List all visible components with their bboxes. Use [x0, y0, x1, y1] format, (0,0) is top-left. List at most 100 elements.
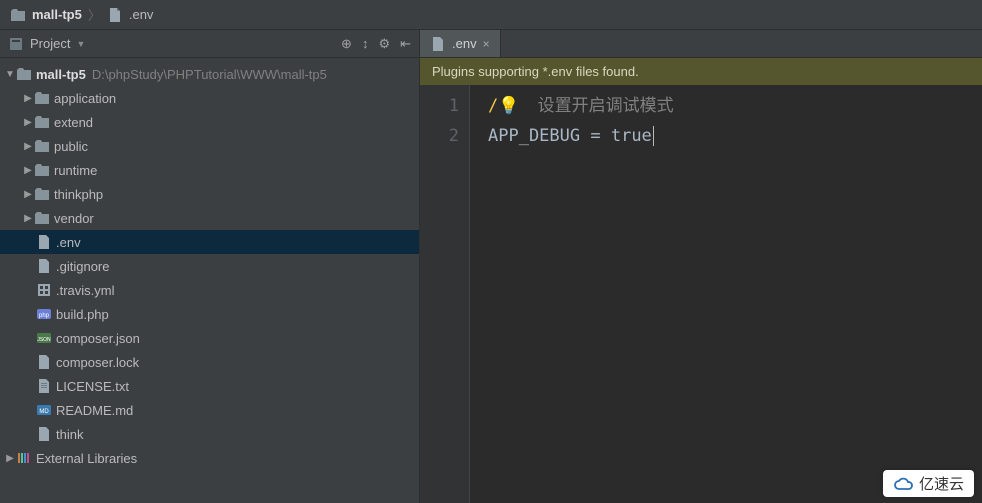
folder-icon: [16, 66, 32, 82]
env-value: true: [611, 126, 652, 146]
line-number: 1: [420, 91, 459, 121]
folder-icon: [34, 162, 50, 178]
external-libraries-label: External Libraries: [36, 451, 137, 466]
editor-pane: .env × Plugins supporting *.env files fo…: [420, 30, 982, 503]
collapse-arrow-icon[interactable]: ▶: [22, 141, 34, 152]
php-icon: php: [36, 306, 52, 322]
file-icon: [36, 378, 52, 394]
tree-folder[interactable]: ▶ extend: [0, 110, 419, 134]
collapse-arrow-icon[interactable]: ▶: [22, 213, 34, 224]
collapse-arrow-icon[interactable]: ▶: [22, 165, 34, 176]
folder-icon: [34, 186, 50, 202]
hide-icon[interactable]: ⇤: [400, 36, 411, 52]
tree-file-label: .travis.yml: [56, 283, 115, 298]
tree-root-path: D:\phpStudy\PHPTutorial\WWW\mall-tp5: [92, 67, 327, 82]
tree-folder[interactable]: ▶ runtime: [0, 158, 419, 182]
code-line-1: /💡 设置开启调试模式: [488, 91, 674, 121]
tree-file-label: README.md: [56, 403, 133, 418]
tree-file[interactable]: .travis.yml: [0, 278, 419, 302]
tree-folder-label: application: [54, 91, 116, 106]
close-icon[interactable]: ×: [483, 37, 490, 51]
project-sidebar: Project ▼ ⊕ ↕ ⚙ ⇤ ▼ mall-tp5 D:\phpStudy…: [0, 30, 420, 503]
locate-icon[interactable]: ⊕: [341, 36, 352, 52]
tree-root[interactable]: ▼ mall-tp5 D:\phpStudy\PHPTutorial\WWW\m…: [0, 62, 419, 86]
project-tree[interactable]: ▼ mall-tp5 D:\phpStudy\PHPTutorial\WWW\m…: [0, 58, 419, 503]
tab-bar: .env ×: [420, 30, 982, 58]
tree-file-label: .env: [56, 235, 81, 250]
svg-text:JSON: JSON: [37, 337, 51, 343]
caret-icon: [653, 126, 654, 146]
cloud-icon: [893, 477, 915, 491]
code-area[interactable]: /💡 设置开启调试模式 APP_DEBUG = true: [470, 85, 674, 503]
file-icon: [430, 36, 446, 52]
line-number: 2: [420, 121, 459, 151]
tree-file[interactable]: LICENSE.txt: [0, 374, 419, 398]
file-icon: [36, 354, 52, 370]
tree-file[interactable]: MD README.md: [0, 398, 419, 422]
tree-file[interactable]: JSON composer.json: [0, 326, 419, 350]
expand-arrow-icon[interactable]: ▼: [4, 69, 16, 80]
tree-file[interactable]: think: [0, 422, 419, 446]
collapse-arrow-icon[interactable]: ▶: [22, 189, 34, 200]
chevron-right-icon: 〉: [88, 5, 101, 24]
dropdown-icon[interactable]: ▼: [76, 39, 85, 49]
tree-file-label: composer.json: [56, 331, 140, 346]
file-icon: [36, 258, 52, 274]
collapse-icon[interactable]: ↕: [362, 36, 369, 51]
file-icon: [107, 7, 123, 23]
svg-text:php: php: [39, 313, 50, 319]
svg-text:MD: MD: [39, 409, 49, 415]
tree-folder-label: vendor: [54, 211, 94, 226]
plugin-notice[interactable]: Plugins supporting *.env files found.: [420, 58, 982, 85]
breadcrumb-project[interactable]: mall-tp5: [32, 7, 82, 22]
tab-env[interactable]: .env ×: [420, 30, 501, 57]
tree-file-env[interactable]: .env: [0, 230, 419, 254]
folder-icon: [34, 138, 50, 154]
breadcrumb: mall-tp5 〉 .env: [0, 0, 982, 30]
collapse-arrow-icon[interactable]: ▶: [22, 93, 34, 104]
folder-icon: [10, 7, 26, 23]
breadcrumb-file[interactable]: .env: [129, 7, 154, 22]
gear-icon[interactable]: ⚙: [378, 36, 390, 52]
tree-folder[interactable]: ▶ application: [0, 86, 419, 110]
watermark-text: 亿速云: [919, 473, 964, 494]
json-icon: JSON: [36, 330, 52, 346]
external-libraries[interactable]: ▶ External Libraries: [0, 446, 419, 470]
tab-label: .env: [452, 36, 477, 51]
env-key: APP_DEBUG: [488, 126, 580, 146]
sidebar-title: Project: [30, 36, 70, 51]
sidebar-toolbar: ⊕ ↕ ⚙ ⇤: [341, 36, 411, 52]
sidebar-header: Project ▼ ⊕ ↕ ⚙ ⇤: [0, 30, 419, 58]
tree-folder[interactable]: ▶ vendor: [0, 206, 419, 230]
tree-folder[interactable]: ▶ thinkphp: [0, 182, 419, 206]
file-icon: [36, 426, 52, 442]
collapse-arrow-icon[interactable]: ▶: [22, 117, 34, 128]
tree-file[interactable]: php build.php: [0, 302, 419, 326]
main: Project ▼ ⊕ ↕ ⚙ ⇤ ▼ mall-tp5 D:\phpStudy…: [0, 30, 982, 503]
tree-file-label: build.php: [56, 307, 109, 322]
folder-icon: [34, 90, 50, 106]
tree-file[interactable]: composer.lock: [0, 350, 419, 374]
tree-folder-label: public: [54, 139, 88, 154]
project-tool-icon[interactable]: [8, 36, 24, 52]
comment-text: 设置开启调试模式: [538, 96, 674, 116]
tree-file-label: .gitignore: [56, 259, 109, 274]
tree-file[interactable]: .gitignore: [0, 254, 419, 278]
bulb-icon[interactable]: /💡: [488, 96, 519, 116]
env-eq: =: [580, 126, 611, 146]
markdown-icon: MD: [36, 402, 52, 418]
tree-file-label: LICENSE.txt: [56, 379, 129, 394]
tree-folder-label: extend: [54, 115, 93, 130]
folder-icon: [34, 114, 50, 130]
library-icon: [16, 450, 32, 466]
file-icon: [36, 234, 52, 250]
tree-folder[interactable]: ▶ public: [0, 134, 419, 158]
collapse-arrow-icon[interactable]: ▶: [4, 453, 16, 464]
tree-file-label: think: [56, 427, 83, 442]
tree-folder-label: thinkphp: [54, 187, 103, 202]
tree-file-label: composer.lock: [56, 355, 139, 370]
folder-icon: [34, 210, 50, 226]
watermark: 亿速云: [883, 470, 974, 497]
tree-root-name: mall-tp5: [36, 67, 86, 82]
editor-body[interactable]: 1 2 /💡 设置开启调试模式 APP_DEBUG = true: [420, 85, 982, 503]
